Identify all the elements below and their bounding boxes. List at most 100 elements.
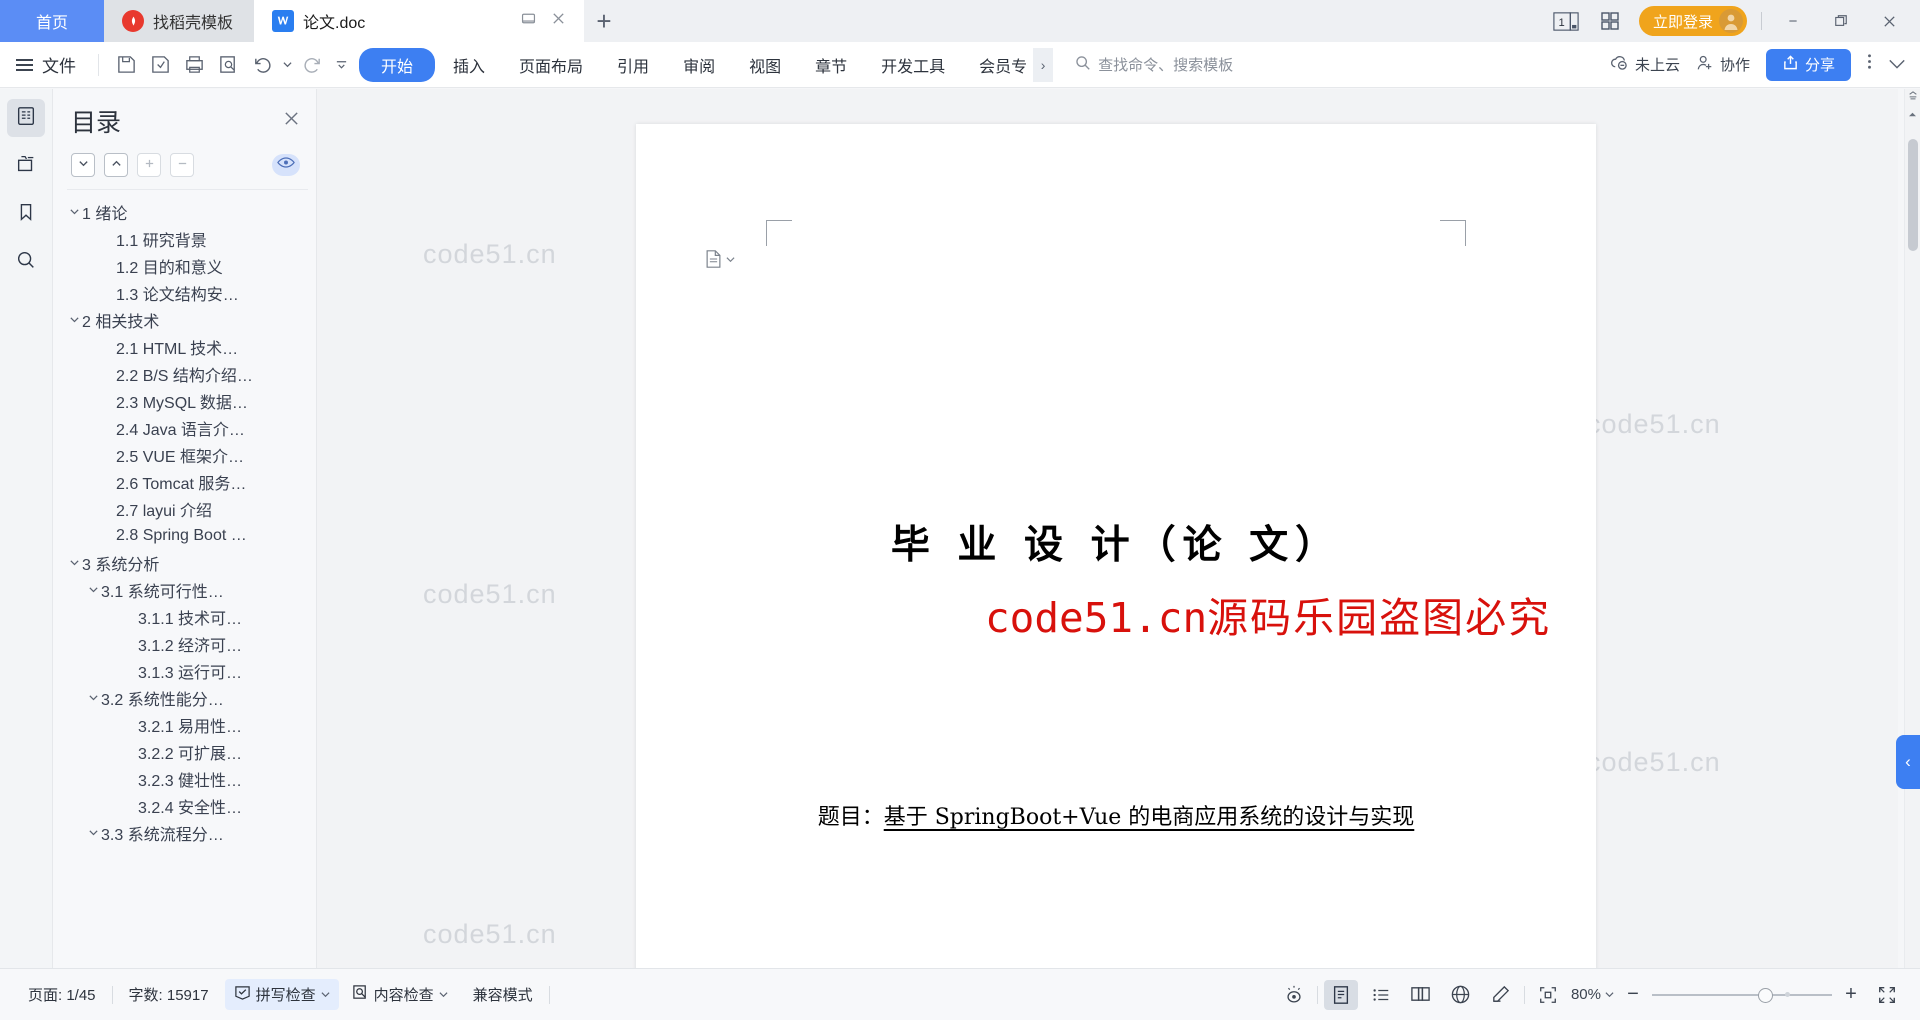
ribbon-tab-references[interactable]: 引用 — [601, 48, 665, 82]
toc-expand-level-button[interactable] — [137, 153, 161, 177]
customize-icon[interactable] — [329, 49, 353, 81]
chevron-down-icon[interactable] — [67, 206, 82, 217]
tab-home[interactable]: 首页 — [0, 0, 104, 42]
toc-item[interactable]: 2.4 Java 语言介… — [67, 414, 308, 441]
reading-layout-icon[interactable] — [1404, 980, 1438, 1010]
toc-item[interactable]: 3.2.4 安全性… — [67, 792, 308, 819]
undo-dropdown-icon[interactable] — [279, 49, 295, 81]
toc-collapse-level-button[interactable] — [170, 153, 194, 177]
toc-item[interactable]: 1.1 研究背景 — [67, 225, 308, 252]
toc-item[interactable]: 3.1.2 经济可… — [67, 630, 308, 657]
print-icon[interactable] — [177, 49, 211, 81]
document-page[interactable]: 毕 业 设 计（论 文） 题目：基于 SpringBoot+Vue 的电商应用系… — [636, 124, 1596, 968]
fullscreen-icon[interactable] — [1870, 980, 1904, 1010]
app-grid-icon[interactable] — [1595, 8, 1625, 34]
toc-item[interactable]: 3.2.2 可扩展… — [67, 738, 308, 765]
toc-item[interactable]: 1.2 目的和意义 — [67, 252, 308, 279]
spellcheck-button[interactable]: 拼写检查 — [224, 979, 339, 1010]
scrollbar-thumb[interactable] — [1908, 139, 1918, 251]
close-tab-icon[interactable] — [551, 11, 566, 31]
ribbon-tab-view[interactable]: 视图 — [733, 48, 797, 82]
maximize-button[interactable] — [1824, 6, 1858, 36]
page-setup-icon[interactable] — [704, 249, 735, 269]
toc-item[interactable]: 3.1.3 运行可… — [67, 657, 308, 684]
tab-docer-templates[interactable]: 找稻壳模板 — [104, 0, 254, 42]
toc-item[interactable]: 1 绪论 — [67, 198, 308, 225]
cloud-status-button[interactable]: 未上云 — [1610, 54, 1680, 75]
toc-item[interactable]: 2.1 HTML 技术… — [67, 333, 308, 360]
word-count[interactable]: 字数: 15917 — [117, 984, 221, 1005]
ribbon-tab-start[interactable]: 开始 — [359, 47, 436, 82]
side-panel-toggle[interactable]: ‹ — [1896, 735, 1920, 789]
ribbon-overflow-button[interactable] — [1867, 52, 1872, 77]
collaborate-button[interactable]: 协作 — [1696, 54, 1750, 76]
toc-item[interactable]: 3 系统分析 — [67, 549, 308, 576]
toc-list[interactable]: 1 绪论 1.1 研究背景 1.2 目的和意义 1.3 论文结构安… 2 相关技术 2.1… — [67, 189, 308, 968]
minimize-button[interactable]: − — [1776, 6, 1810, 36]
zoom-slider-knob[interactable] — [1758, 987, 1773, 1003]
chevron-down-icon[interactable] — [86, 584, 101, 595]
focus-eye-icon[interactable] — [1277, 980, 1311, 1010]
ribbon-tab-developer[interactable]: 开发工具 — [865, 48, 961, 82]
ribbon-tab-member[interactable]: 会员专 › — [963, 47, 1054, 82]
web-layout-icon[interactable] — [1444, 980, 1478, 1010]
save-icon[interactable] — [109, 49, 143, 81]
toc-item[interactable]: 2.8 Spring Boot … — [67, 522, 308, 549]
search-command-box[interactable]: 查找命令、搜索模板 — [1075, 54, 1233, 75]
scroll-to-top-icon[interactable] — [1908, 91, 1918, 104]
page-indicator[interactable]: 页面: 1/45 — [16, 984, 108, 1005]
print-layout-icon[interactable] — [1323, 979, 1358, 1010]
undo-icon[interactable] — [245, 49, 279, 81]
restore-window-icon[interactable] — [520, 10, 537, 32]
toc-item[interactable]: 3.2.3 健壮性… — [67, 765, 308, 792]
toc-item[interactable]: 2.2 B/S 结构介绍… — [67, 360, 308, 387]
chevron-down-icon[interactable] — [86, 827, 101, 838]
ribbon-tabs-more-button[interactable]: › — [1033, 47, 1054, 82]
ribbon-tab-insert[interactable]: 插入 — [437, 48, 501, 82]
toc-item[interactable]: 1.3 论文结构安… — [67, 279, 308, 306]
toc-item[interactable]: 2.7 layui 介绍 — [67, 495, 308, 522]
scroll-up-button[interactable] — [1905, 105, 1920, 123]
toc-close-button[interactable] — [283, 110, 300, 133]
login-button[interactable]: 立即登录 — [1638, 6, 1747, 36]
toc-item[interactable]: 2.5 VUE 框架介… — [67, 441, 308, 468]
zoom-slider[interactable] — [1652, 986, 1832, 1004]
toc-item[interactable]: 3.1.1 技术可… — [67, 603, 308, 630]
ribbon-tab-page-layout[interactable]: 页面布局 — [503, 48, 599, 82]
close-window-button[interactable] — [1872, 6, 1906, 36]
new-tab-button[interactable]: + — [584, 0, 624, 42]
toc-collapse-up-button[interactable] — [104, 153, 128, 177]
tab-document[interactable]: 论文.doc — [254, 0, 584, 42]
chevron-down-icon[interactable] — [86, 692, 101, 703]
rail-bookmark-button[interactable] — [7, 195, 45, 233]
toc-item[interactable]: 3.2 系统性能分… — [67, 684, 308, 711]
toc-item[interactable]: 3.2.1 易用性… — [67, 711, 308, 738]
edit-pen-icon[interactable] — [1484, 980, 1518, 1010]
toc-item[interactable]: 2 相关技术 — [67, 306, 308, 333]
toc-visibility-button[interactable] — [272, 154, 300, 176]
toc-item[interactable]: 2.6 Tomcat 服务… — [67, 468, 308, 495]
toc-item[interactable]: 2.3 MySQL 数据… — [67, 387, 308, 414]
ribbon-tab-review[interactable]: 审阅 — [667, 48, 731, 82]
outline-view-icon[interactable] — [1364, 980, 1398, 1010]
toc-collapse-down-button[interactable] — [71, 153, 95, 177]
contentcheck-button[interactable]: 内容检查 — [343, 979, 457, 1010]
chevron-down-icon[interactable] — [67, 314, 82, 325]
page-count-badge-icon[interactable]: 1 — [1551, 8, 1581, 34]
document-canvas[interactable]: code51.cn code51.cn code51.cn code51.cn … — [317, 89, 1898, 968]
redo-icon[interactable] — [295, 49, 329, 81]
ribbon-tab-section[interactable]: 章节 — [799, 48, 863, 82]
fit-page-icon[interactable] — [1531, 980, 1565, 1010]
toc-item[interactable]: 3.1 系统可行性… — [67, 576, 308, 603]
rail-folder-button[interactable] — [7, 147, 45, 185]
print-preview-icon[interactable] — [211, 49, 245, 81]
zoom-level-button[interactable]: 80% — [1571, 986, 1614, 1003]
share-button[interactable]: 分享 — [1765, 48, 1851, 81]
collapse-ribbon-button[interactable] — [1888, 54, 1906, 76]
zoom-out-button[interactable]: − — [1620, 983, 1646, 1006]
rail-outline-button[interactable] — [7, 99, 45, 137]
save-as-icon[interactable] — [143, 49, 177, 81]
rail-search-button[interactable] — [7, 243, 45, 281]
vertical-scrollbar[interactable] — [1904, 89, 1920, 968]
file-menu-button[interactable]: 文件 — [16, 52, 88, 77]
